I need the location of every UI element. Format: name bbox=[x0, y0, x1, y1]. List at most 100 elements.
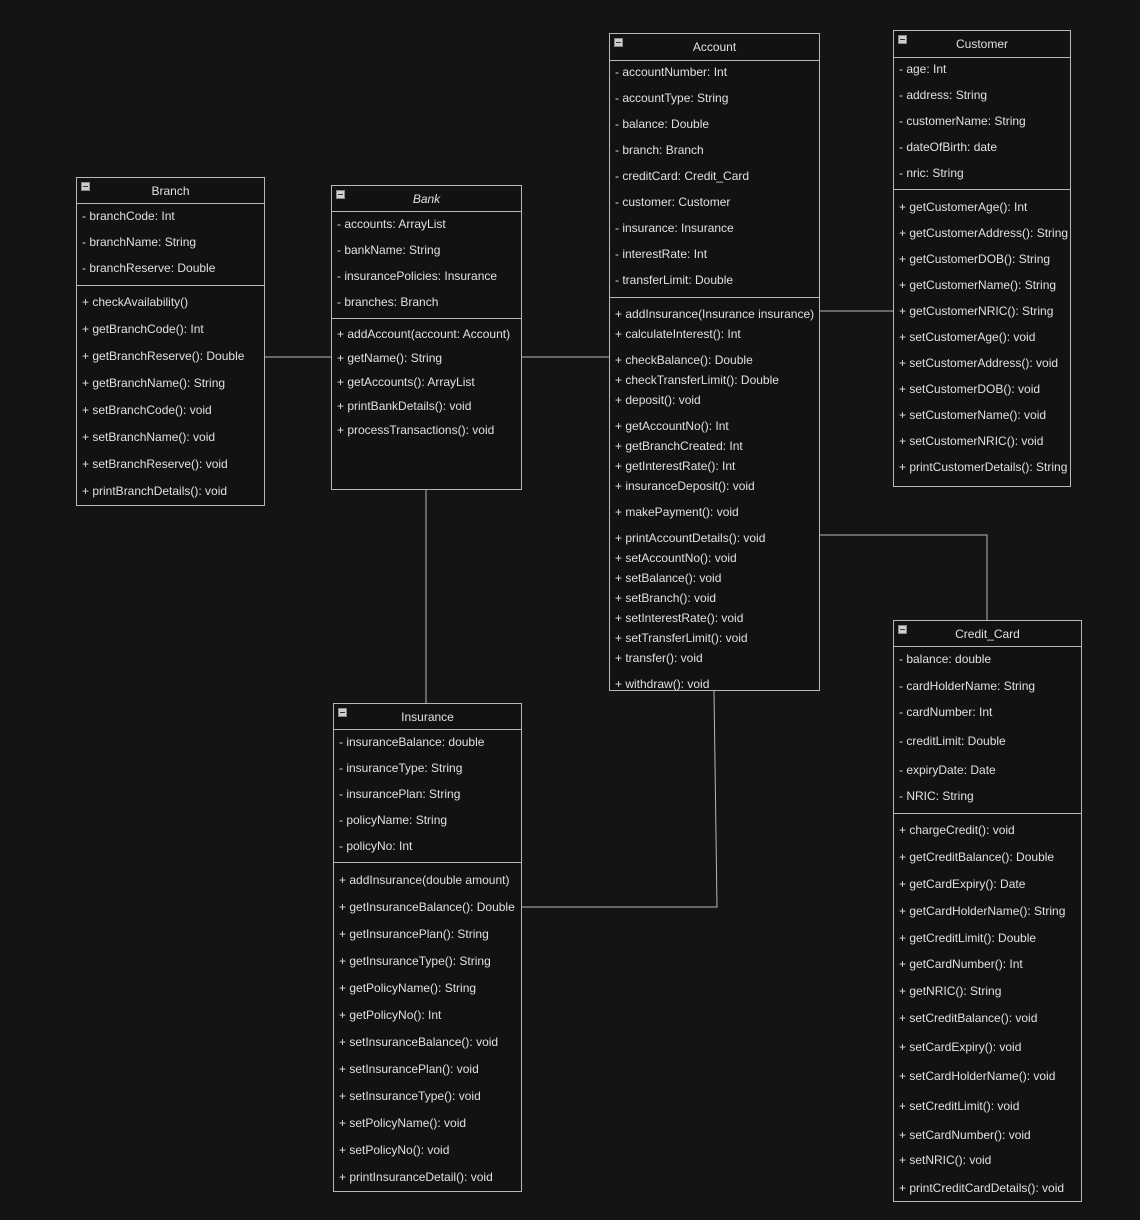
method: + setCustomerName(): void bbox=[899, 408, 1047, 422]
method: + processTransactions(): void bbox=[337, 423, 495, 437]
method: + setPolicyName(): void bbox=[339, 1116, 467, 1130]
class-name: Customer bbox=[955, 37, 1008, 51]
attribute: - customer: Customer bbox=[615, 195, 731, 209]
method: + makePayment(): void bbox=[615, 505, 739, 519]
attribute: - interestRate: Int bbox=[615, 247, 708, 261]
attribute: - creditCard: Credit_Card bbox=[615, 169, 750, 183]
attribute: - cardHolderName: String bbox=[899, 679, 1036, 693]
method: + checkTransferLimit(): Double bbox=[615, 373, 779, 387]
attribute: - dateOfBirth: date bbox=[899, 140, 998, 154]
method: + getPolicyNo(): Int bbox=[339, 1008, 442, 1022]
class-bank[interactable]: Bank - accounts: ArrayList - bankName: Str… bbox=[331, 185, 522, 490]
method: + getInsuranceBalance(): Double bbox=[339, 900, 515, 914]
method: + setCustomerAge(): void bbox=[899, 330, 1036, 344]
method: + printCustomerDetails(): String bbox=[899, 460, 1068, 474]
method: + insuranceDeposit(): void bbox=[615, 479, 755, 493]
class-credit-card[interactable]: Credit_Card - balance: double - cardHolder… bbox=[893, 620, 1082, 1202]
compartment-divider bbox=[610, 297, 819, 298]
method: + checkAvailability() bbox=[82, 295, 189, 309]
compartment-divider bbox=[894, 189, 1070, 190]
method: + setCustomerAddress(): void bbox=[899, 356, 1059, 370]
class-header: Bank bbox=[332, 186, 521, 212]
class-customer[interactable]: Customer - age: Int - address: String - cus… bbox=[893, 30, 1071, 487]
method: + printCreditCardDetails(): void bbox=[899, 1181, 1065, 1195]
method: + getName(): String bbox=[337, 351, 443, 365]
class-header: Branch bbox=[77, 178, 264, 204]
method: + getCustomerAge(): Int bbox=[899, 200, 1028, 214]
method: + chargeCredit(): void bbox=[899, 823, 1015, 837]
attribute: - policyName: String bbox=[339, 813, 448, 827]
association-account-insurance[interactable] bbox=[522, 690, 718, 908]
method: + getCustomerAddress(): String bbox=[899, 226, 1069, 240]
method: + getBranchCode(): Int bbox=[82, 322, 204, 336]
attribute: - address: String bbox=[899, 88, 988, 102]
method: + setInterestRate(): void bbox=[615, 611, 744, 625]
class-name: Bank bbox=[412, 191, 441, 206]
method: + getAccountNo(): Int bbox=[615, 419, 729, 433]
attribute: - accounts: ArrayList bbox=[337, 217, 446, 231]
method: + setBalance(): void bbox=[615, 571, 722, 585]
method: + setBranchReserve(): void bbox=[82, 457, 228, 471]
method: + transfer(): void bbox=[615, 651, 703, 665]
class-name: Credit_Card bbox=[955, 626, 1020, 641]
method: + getCardExpiry(): Date bbox=[899, 877, 1026, 891]
attribute: - transferLimit: Double bbox=[615, 273, 734, 287]
attribute: - accountType: String bbox=[615, 91, 729, 105]
class-header: Insurance bbox=[334, 704, 521, 730]
method: + setCardNumber(): void bbox=[899, 1128, 1031, 1142]
method: + setInsuranceBalance(): void bbox=[339, 1035, 499, 1049]
method: + getPolicyName(): String bbox=[339, 981, 477, 995]
attribute: - customerName: String bbox=[899, 114, 1026, 128]
method: + withdraw(): void bbox=[615, 677, 710, 691]
attribute: - nric: String bbox=[899, 166, 964, 180]
method: + getInsurancePlan(): String bbox=[339, 927, 489, 941]
method: + setBranchName(): void bbox=[82, 430, 216, 444]
method: + getInsuranceType(): String bbox=[339, 954, 491, 968]
attribute: - policyNo: Int bbox=[339, 839, 413, 853]
attribute: - branch: Branch bbox=[615, 143, 704, 157]
method: + getCustomerNRIC(): String bbox=[899, 304, 1054, 318]
method: + getAccounts(): ArrayList bbox=[337, 375, 475, 389]
attribute: - insurancePlan: String bbox=[339, 787, 461, 801]
attribute: - cardNumber: Int bbox=[899, 705, 993, 719]
method: + setCustomerDOB(): void bbox=[899, 382, 1041, 396]
method: + getCreditBalance(): Double bbox=[899, 850, 1055, 864]
class-branch[interactable]: Branch - branchCode: Int - branchName: Str… bbox=[76, 177, 265, 506]
method: + getBranchName(): String bbox=[82, 376, 226, 390]
compartment-divider bbox=[332, 318, 521, 319]
association-account-credit-card[interactable] bbox=[820, 534, 988, 620]
class-header: Credit_Card bbox=[894, 621, 1081, 647]
attribute: - insurancePolicies: Insurance bbox=[337, 269, 498, 283]
method: + deposit(): void bbox=[615, 393, 701, 407]
method: + setCustomerNRIC(): void bbox=[899, 434, 1044, 448]
method: + setPolicyNo(): void bbox=[339, 1143, 450, 1157]
attribute: - balance: Double bbox=[615, 117, 710, 131]
method: + getBranchCreated: Int bbox=[615, 439, 743, 453]
method: + addInsurance(double amount) bbox=[339, 873, 510, 887]
method: + getCardHolderName(): String bbox=[899, 904, 1066, 918]
class-account[interactable]: Account - accountNumber: Int - accountType… bbox=[609, 33, 820, 691]
compartment-divider bbox=[334, 862, 521, 863]
method: + getNRIC(): String bbox=[899, 984, 1002, 998]
method: + setBranchCode(): void bbox=[82, 403, 212, 417]
method: + getCustomerName(): String bbox=[899, 278, 1057, 292]
attribute: - expiryDate: Date bbox=[899, 763, 996, 777]
method: + setAccountNo(): void bbox=[615, 551, 737, 565]
method: + printBankDetails(): void bbox=[337, 399, 472, 413]
attribute: - bankName: String bbox=[337, 243, 441, 257]
method: + getCreditLimit(): Double bbox=[899, 931, 1037, 945]
method: + setTransferLimit(): void bbox=[615, 631, 748, 645]
class-header: Customer bbox=[894, 31, 1070, 58]
compartment-divider bbox=[77, 285, 264, 286]
class-name: Account bbox=[692, 40, 737, 54]
attribute: - branchCode: Int bbox=[82, 209, 175, 223]
method: + setInsuranceType(): void bbox=[339, 1089, 481, 1103]
attribute: - balance: double bbox=[899, 652, 992, 666]
attribute: - branches: Branch bbox=[337, 295, 439, 309]
method: + setCreditLimit(): void bbox=[899, 1099, 1020, 1113]
method: + setCreditBalance(): void bbox=[899, 1011, 1038, 1025]
class-insurance[interactable]: Insurance - insuranceBalance: double - ins… bbox=[333, 703, 522, 1192]
attribute: - creditLimit: Double bbox=[899, 734, 1006, 748]
attribute: - insurance: Insurance bbox=[615, 221, 734, 235]
attribute: - accountNumber: Int bbox=[615, 65, 728, 79]
